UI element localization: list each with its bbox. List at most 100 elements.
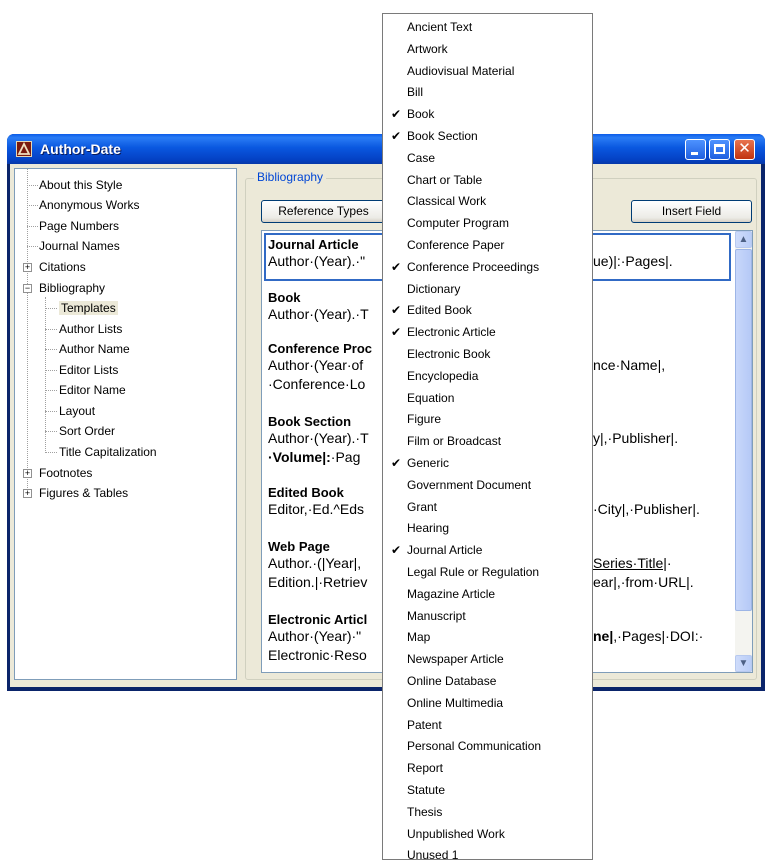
tree-item[interactable]: Citations <box>39 259 86 276</box>
tree-connector-line <box>45 431 57 432</box>
menu-item[interactable]: Magazine Article <box>383 583 592 605</box>
menu-item[interactable]: Ancient Text <box>383 16 592 38</box>
menu-item[interactable]: Patent <box>383 714 592 736</box>
template-line: Author·(Year)·" <box>268 628 362 644</box>
menu-item[interactable]: Conference Paper <box>383 234 592 256</box>
close-button[interactable]: ✕ <box>734 139 755 160</box>
menu-item[interactable]: Dictionary <box>383 278 592 300</box>
menu-item[interactable]: Case <box>383 147 592 169</box>
menu-item[interactable]: ✔ Book Section <box>383 125 592 147</box>
checkmark-icon: ✔ <box>391 259 402 274</box>
scroll-up-icon[interactable]: ▲ <box>735 231 752 248</box>
menu-item[interactable]: Audiovisual Material <box>383 60 592 82</box>
tree-connector-line <box>45 308 57 309</box>
tree-item[interactable]: Journal Names <box>39 238 120 255</box>
menu-item[interactable]: Thesis <box>383 801 592 823</box>
group-label: Bibliography <box>254 170 327 184</box>
menu-item[interactable]: ✔ Journal Article <box>383 539 592 561</box>
expand-icon[interactable]: + <box>23 469 32 478</box>
tree-item[interactable]: Editor Lists <box>59 362 118 379</box>
menu-item[interactable]: Unused 1 <box>383 844 592 866</box>
minimize-icon <box>691 152 698 155</box>
menu-item[interactable]: Classical Work <box>383 190 592 212</box>
insert-field-button[interactable]: Insert Field <box>631 200 752 223</box>
tree-item-label: Author Lists <box>59 322 123 336</box>
menu-item-label: Map <box>407 630 431 645</box>
template-line: ·Conference·Lo <box>268 376 366 392</box>
tree-item[interactable]: Page Numbers <box>39 218 119 235</box>
tree-item[interactable]: Sort Order <box>59 423 115 440</box>
menu-item[interactable]: Grant <box>383 496 592 518</box>
vertical-scrollbar[interactable]: ▲ ▼ <box>735 231 752 672</box>
menu-item-label: Conference Paper <box>407 238 505 252</box>
menu-item-label: Audiovisual Material <box>407 63 515 78</box>
menu-item[interactable]: Encyclopedia <box>383 365 592 387</box>
menu-item[interactable]: Government Document <box>383 474 592 496</box>
expand-icon[interactable]: + <box>23 489 32 498</box>
menu-item[interactable]: Figure <box>383 408 592 430</box>
menu-item[interactable]: ✔ Conference Proceedings <box>383 256 592 278</box>
menu-item[interactable]: Artwork <box>383 38 592 60</box>
menu-item-label: Unused 1 <box>407 848 459 863</box>
menu-item-label: Unpublished Work <box>407 826 505 841</box>
menu-item[interactable]: ✔ Edited Book <box>383 299 592 321</box>
menu-item[interactable]: Personal Communication <box>383 735 592 757</box>
menu-item[interactable]: Equation <box>383 387 592 409</box>
collapse-icon[interactable]: − <box>23 284 32 293</box>
tree-item[interactable]: Layout <box>59 403 95 420</box>
menu-item[interactable]: ✔ Electronic Article <box>383 321 592 343</box>
tree-item[interactable]: Title Capitalization <box>59 444 157 461</box>
scrollbar-thumb[interactable] <box>735 249 752 611</box>
template-title: Journal Article <box>268 237 359 252</box>
menu-item[interactable]: ✔ Book <box>383 103 592 125</box>
style-tree[interactable]: About this Style Anonymous Works Page Numb… <box>14 168 237 680</box>
template-line-continued: Series·Title|· <box>593 555 672 571</box>
menu-item[interactable]: Legal Rule or Regulation <box>383 561 592 583</box>
tree-item-label: Citations <box>39 260 86 274</box>
tree-item[interactable]: Footnotes <box>39 465 92 482</box>
scroll-down-icon[interactable]: ▼ <box>735 655 752 672</box>
menu-item-label: Chart or Table <box>407 172 483 187</box>
reference-types-button[interactable]: Reference Types <box>261 200 386 223</box>
menu-item[interactable]: Report <box>383 757 592 779</box>
tree-item[interactable]: Editor Name <box>59 382 126 399</box>
expand-icon[interactable]: + <box>23 263 32 272</box>
menu-item[interactable]: Manuscript <box>383 605 592 627</box>
reference-types-menu[interactable]: Ancient Text Artwork Audiovisual Material B… <box>382 13 593 862</box>
menu-item-label: Legal Rule or Regulation <box>407 565 540 579</box>
menu-item[interactable]: Unpublished Work <box>383 823 592 845</box>
tree-item-label: Editor Lists <box>59 363 119 377</box>
tree-item[interactable]: Figures & Tables <box>39 485 128 502</box>
menu-item[interactable]: Computer Program <box>383 212 592 234</box>
menu-item[interactable]: Bill <box>383 81 592 103</box>
menu-item-label: Conference Proceedings <box>407 259 540 274</box>
tree-item[interactable]: Bibliography <box>39 280 105 297</box>
minimize-button[interactable] <box>685 139 706 160</box>
template-text: nce·Name|, <box>593 357 666 373</box>
menu-item[interactable]: Film or Broadcast <box>383 430 592 452</box>
tree-item[interactable]: About this Style <box>39 177 122 194</box>
tree-item[interactable]: Author Lists <box>59 321 122 338</box>
menu-item[interactable]: ✔ Generic <box>383 452 592 474</box>
tree-item-label: Editor Name <box>59 383 126 397</box>
menu-item[interactable]: Electronic Book <box>383 343 592 365</box>
menu-item[interactable]: Newspaper Article <box>383 648 592 670</box>
tree-item[interactable]: Anonymous Works <box>39 197 139 214</box>
tree-item[interactable]: Author Name <box>59 341 130 358</box>
app-icon <box>16 141 32 157</box>
menu-item[interactable]: Online Database <box>383 670 592 692</box>
template-line-continued: nce·Name|, <box>593 357 665 373</box>
menu-item-label: Book <box>407 107 435 122</box>
maximize-icon <box>714 144 725 154</box>
tree-item-label: Page Numbers <box>39 219 120 233</box>
menu-item[interactable]: Hearing <box>383 517 592 539</box>
menu-item[interactable]: Statute <box>383 779 592 801</box>
checkmark-icon: ✔ <box>391 303 402 318</box>
menu-item[interactable]: Online Multimedia <box>383 692 592 714</box>
tree-item-label: Author Name <box>59 342 130 356</box>
menu-item[interactable]: Map <box>383 626 592 648</box>
menu-item[interactable]: Chart or Table <box>383 169 592 191</box>
maximize-button[interactable] <box>709 139 730 160</box>
tree-item[interactable]: Templates <box>59 300 118 317</box>
menu-item-label: Statute <box>407 783 446 797</box>
